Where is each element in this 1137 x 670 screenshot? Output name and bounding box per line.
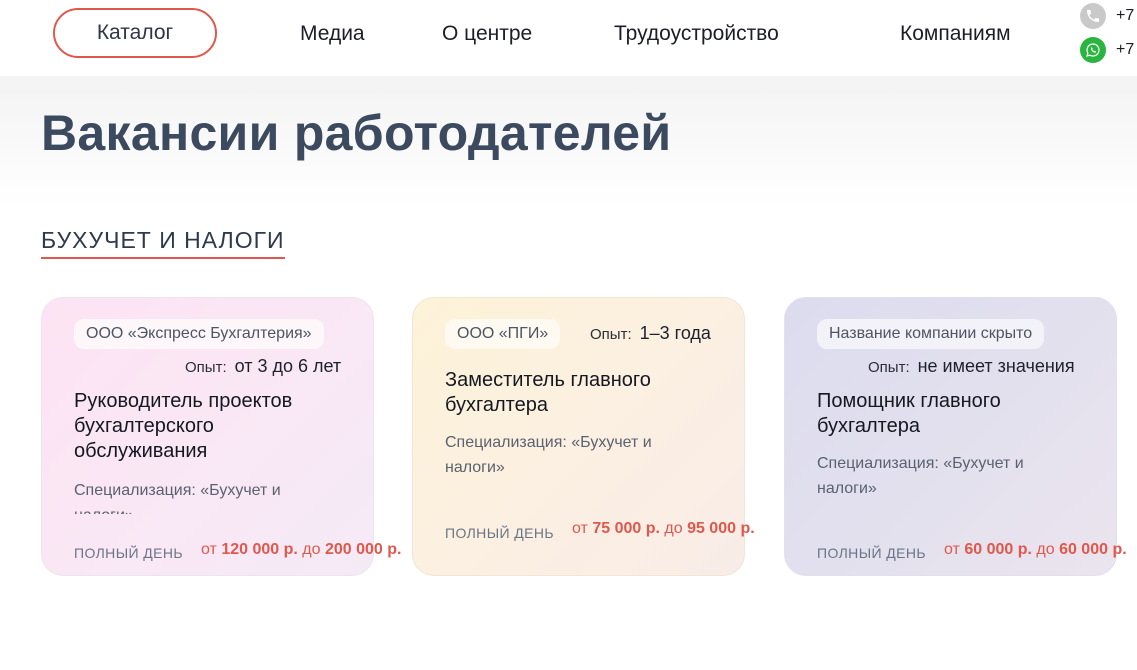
salary: от 60 000 р. до 60 000 р. xyxy=(944,541,1127,559)
salary-to-word: до xyxy=(297,541,325,558)
whatsapp-icon xyxy=(1080,37,1106,63)
job-title[interactable]: Помощник главного бухгалтера xyxy=(817,389,1087,439)
company-badge: ООО «Экспресс Бухгалтерия» xyxy=(74,319,324,349)
salary-to: 200 000 р. xyxy=(324,541,402,558)
salary-to-word: до xyxy=(659,520,688,537)
experience-value: 1–3 года xyxy=(639,323,711,343)
schedule-label: ПОЛНЫЙ ДЕНЬ xyxy=(817,545,926,561)
schedule-label: ПОЛНЫЙ ДЕНЬ xyxy=(74,545,183,561)
page-title: Вакансии работодателей xyxy=(41,105,672,161)
experience-value: не имеет значения xyxy=(917,356,1075,376)
catalog-button[interactable]: Каталог xyxy=(53,8,217,58)
company-badge: ООО «ПГИ» xyxy=(445,319,561,349)
company-badge: Название компании скрыто xyxy=(817,319,1045,349)
experience: Опыт: 1–3 года xyxy=(590,323,711,344)
section-title[interactable]: БУХУЧЕТ И НАЛОГИ xyxy=(41,227,285,259)
specialization: Специализация: «Бухучет и налоги» xyxy=(445,434,652,476)
whatsapp-contact[interactable]: +7 xyxy=(1080,37,1134,63)
salary-to: 95 000 р. xyxy=(687,520,755,537)
salary: от 120 000 р. до 200 000 р. xyxy=(201,541,401,559)
specialization: Специализация: «Бухучет и налоги» xyxy=(74,482,281,514)
vacancy-card[interactable]: ООО «ПГИ» Опыт: 1–3 года Заместитель гла… xyxy=(412,297,755,576)
nav-item-about[interactable]: О центре xyxy=(442,22,532,46)
salary: от 75 000 р. до 95 000 р. xyxy=(572,520,755,538)
salary-from: 75 000 р. xyxy=(592,520,660,537)
experience-label: Опыт: xyxy=(590,326,632,343)
salary-to: 60 000 р. xyxy=(1059,541,1127,558)
phone-number[interactable]: +7 xyxy=(1116,7,1134,25)
vacancy-card[interactable]: Название компании скрыто Опыт: не имеет … xyxy=(784,297,1127,576)
nav-item-media[interactable]: Медиа xyxy=(300,22,365,46)
experience-label: Опыт: xyxy=(185,359,227,376)
phone-contact[interactable]: +7 xyxy=(1080,3,1134,29)
salary-to-word: до xyxy=(1031,541,1060,558)
salary-from-word: от xyxy=(572,520,593,537)
phone-icon xyxy=(1080,3,1106,29)
job-title[interactable]: Руководитель проектов бухгалтерского обс… xyxy=(74,389,344,464)
experience: Опыт: не имеет значения xyxy=(868,356,1075,377)
nav-item-employment[interactable]: Трудоустройство xyxy=(614,22,779,46)
site-header: Каталог Медиа О центре Трудоустройство К… xyxy=(0,0,1137,76)
vacancy-card[interactable]: ООО «Экспресс Бухгалтерия» Опыт: от 3 до… xyxy=(41,297,401,576)
job-title[interactable]: Заместитель главного бухгалтера xyxy=(445,368,715,418)
experience-value: от 3 до 6 лет xyxy=(234,356,342,376)
salary-from: 60 000 р. xyxy=(964,541,1032,558)
experience: Опыт: от 3 до 6 лет xyxy=(185,356,341,377)
experience-label: Опыт: xyxy=(868,359,910,376)
salary-from: 120 000 р. xyxy=(221,541,298,558)
specialization: Специализация: «Бухучет и налоги» xyxy=(817,455,1024,497)
schedule-label: ПОЛНЫЙ ДЕНЬ xyxy=(445,525,554,541)
salary-from-word: от xyxy=(944,541,965,558)
salary-from-word: от xyxy=(201,541,222,558)
whatsapp-number[interactable]: +7 xyxy=(1116,41,1134,59)
nav-item-companies[interactable]: Компаниям xyxy=(900,22,1011,46)
